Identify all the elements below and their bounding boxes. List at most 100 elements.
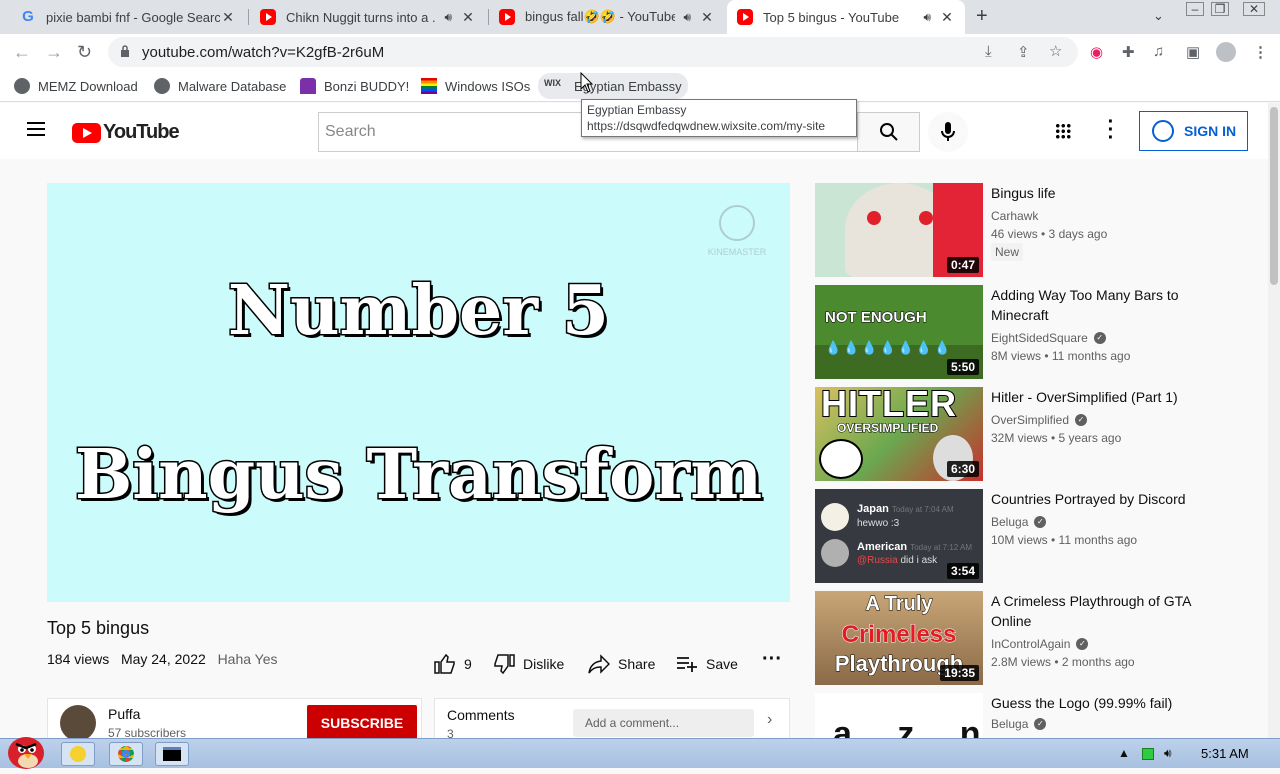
video-player[interactable]: Number 5 Bingus Transform KINEMASTER <box>47 183 790 602</box>
video-description: Haha Yes <box>217 651 278 667</box>
channel-name[interactable]: EightSidedSquare ✓ <box>991 331 1106 345</box>
tab-google-search[interactable]: G pixie bambi fnf - Google Search ✕ <box>10 0 246 34</box>
settings-kebab-icon[interactable]: · · · <box>1106 112 1116 148</box>
like-button[interactable]: 9 <box>434 654 472 674</box>
bookmark-egyptian-embassy[interactable]: WIX Egyptian Embassy <box>538 73 688 99</box>
comments-heading: Comments <box>447 707 515 723</box>
restore-button[interactable]: ❐ <box>1211 2 1229 16</box>
verified-check-icon: ✓ <box>1075 414 1088 426</box>
close-tab-icon[interactable]: ✕ <box>939 9 955 26</box>
hamburger-menu-icon[interactable] <box>27 122 45 136</box>
bookmark-star-icon[interactable]: ☆ <box>1049 42 1062 60</box>
bookmark-bonzi[interactable]: Bonzi BUDDY! <box>300 76 409 96</box>
forward-arrow-icon[interactable]: → <box>45 42 63 63</box>
install-icon[interactable]: ⤓ <box>985 43 992 60</box>
menu-kebab-icon[interactable]: ⋮ <box>1253 43 1268 61</box>
video-thumbnail[interactable]: a z n <box>815 693 983 738</box>
speaker-icon[interactable]: 🔊︎ <box>923 10 931 25</box>
bookmark-memz[interactable]: MEMZ Download <box>14 76 138 96</box>
microphone-icon <box>941 122 955 141</box>
bookmark-label: Bonzi BUDDY! <box>324 78 410 94</box>
like-count: 9 <box>464 656 472 672</box>
apps-grid-icon[interactable] <box>1055 123 1071 139</box>
start-angry-bird-icon[interactable] <box>4 731 48 769</box>
search-button[interactable] <box>857 112 920 152</box>
address-bar[interactable]: youtube.com/watch?v=K2gfB-2r6uM ⤓ ⇪ ☆ <box>108 37 1078 67</box>
channel-name[interactable]: Beluga ✓ <box>991 515 1047 529</box>
channel-name[interactable]: Beluga ✓ <box>991 717 1047 731</box>
share-icon[interactable]: ⇪ <box>1017 43 1030 61</box>
globe-icon <box>14 78 30 94</box>
side-panel-icon[interactable]: ▣ <box>1186 43 1200 61</box>
tray-volume-icon[interactable]: 🔊︎ <box>1164 746 1172 761</box>
video-thumbnail[interactable]: Japan Today at 7:04 AM hewwo :3 American… <box>815 489 983 583</box>
taskbar-cmd-button[interactable] <box>155 742 189 766</box>
reload-icon[interactable]: ↻ <box>77 42 92 63</box>
add-comment-input[interactable]: Add a comment... <box>573 709 754 737</box>
minimize-button[interactable]: – <box>1186 2 1204 16</box>
new-tab-button[interactable]: + <box>976 5 988 28</box>
mouse-cursor-icon <box>580 72 594 93</box>
close-tab-icon[interactable]: ✕ <box>699 9 715 26</box>
share-button[interactable]: Share <box>588 654 655 674</box>
close-tab-icon[interactable]: ✕ <box>460 9 476 26</box>
taskbar-explorer-button[interactable] <box>61 742 95 766</box>
subscribe-button[interactable]: SUBSCRIBE <box>307 705 417 738</box>
speaker-icon[interactable]: 🔊︎ <box>444 10 452 25</box>
media-control-icon[interactable]: ♫ <box>1153 43 1164 60</box>
recommended-video-item[interactable]: 0:47 Bingus life Carhawk 46 views • 3 da… <box>815 183 1215 277</box>
globe-icon <box>154 78 170 94</box>
profile-avatar-icon[interactable] <box>1216 42 1236 62</box>
youtube-icon <box>499 9 515 25</box>
channel-name[interactable]: InControlAgain ✓ <box>991 637 1089 651</box>
video-thumbnail[interactable]: NOT ENOUGH 💧💧💧💧💧💧💧 5:50 <box>815 285 983 379</box>
tab-strip: G pixie bambi fnf - Google Search ✕ Chik… <box>0 0 1280 34</box>
speaker-icon[interactable]: 🔊︎ <box>683 10 691 25</box>
youtube-logo[interactable]: YouTube <box>72 121 180 144</box>
video-duration: 6:30 <box>946 461 979 477</box>
taskbar-chrome-button[interactable] <box>109 742 143 766</box>
save-button[interactable]: Save <box>676 654 738 674</box>
sign-in-button[interactable]: SIGN IN <box>1139 111 1248 151</box>
bookmark-windows-isos[interactable]: Windows ISOs <box>421 76 530 96</box>
tray-network-icon[interactable] <box>1142 748 1154 760</box>
video-meta[interactable]: 184 views May 24, 2022 Haha Yes <box>47 651 278 667</box>
bookmark-malware-db[interactable]: Malware Database <box>154 76 286 96</box>
tab-search-chevron-icon[interactable]: ⌄ <box>1153 8 1164 24</box>
extensions-puzzle-icon[interactable]: ✚ <box>1122 43 1135 61</box>
tab-top-5-bingus[interactable]: Top 5 bingus - YouTube 🔊︎ ✕ <box>727 0 965 34</box>
close-window-button[interactable]: ✕ <box>1243 2 1265 16</box>
recommended-video-item[interactable]: A Truly Crimeless Playthrough 19:35 A Cr… <box>815 591 1215 685</box>
video-thumbnail[interactable]: A Truly Crimeless Playthrough 19:35 <box>815 591 983 685</box>
video-title: A Crimeless Playthrough of GTA Online <box>991 593 1191 629</box>
video-thumbnail[interactable]: HITLER OVERSIMPLIFIED 6:30 <box>815 387 983 481</box>
close-tab-icon[interactable]: ✕ <box>220 9 236 26</box>
channel-name[interactable]: Carhawk <box>991 209 1038 223</box>
tab-chikn-nuggit[interactable]: Chikn Nuggit turns into a ... 🔊︎ ✕ <box>250 0 486 34</box>
view-count: 184 views <box>47 651 110 667</box>
dislike-button[interactable]: Dislike <box>493 654 564 674</box>
tab-title: Top 5 bingus - YouTube <box>763 9 900 25</box>
tab-bingus-fall[interactable]: bingus fall🤣🤣 - YouTube 🔊︎ ✕ <box>489 0 725 34</box>
more-actions-icon[interactable]: ··· <box>762 648 782 671</box>
scrollbar-thumb[interactable] <box>1270 107 1278 285</box>
discord-message: hewwo :3 <box>857 518 900 529</box>
chevron-right-icon[interactable]: › <box>767 711 772 729</box>
voice-search-button[interactable] <box>928 112 968 152</box>
tray-expand-icon[interactable]: ▲ <box>1118 746 1130 760</box>
channel-avatar[interactable] <box>60 705 96 738</box>
extension-pride-icon[interactable]: ◉ <box>1090 43 1103 61</box>
video-thumbnail[interactable]: 0:47 <box>815 183 983 277</box>
channel-name[interactable]: Puffa <box>108 706 140 722</box>
page-scrollbar[interactable] <box>1268 103 1280 738</box>
tab-title: Chikn Nuggit turns into a ... <box>286 9 437 25</box>
comments-card[interactable]: Comments 3 Add a comment... › <box>434 698 790 738</box>
channel-name[interactable]: OverSimplified ✓ <box>991 413 1088 427</box>
back-arrow-icon[interactable]: ← <box>13 42 31 63</box>
recommended-video-item[interactable]: a z n Guess the Logo (99.99% fail) Belug… <box>815 693 1215 738</box>
thumbnail-text: a z n <box>833 715 983 738</box>
recommended-video-item[interactable]: NOT ENOUGH 💧💧💧💧💧💧💧 5:50 Adding Way Too M… <box>815 285 1215 379</box>
taskbar-clock[interactable]: 5:31 AM <box>1201 746 1249 761</box>
recommended-video-item[interactable]: Japan Today at 7:04 AM hewwo :3 American… <box>815 489 1215 583</box>
recommended-video-item[interactable]: HITLER OVERSIMPLIFIED 6:30 Hitler - Over… <box>815 387 1215 481</box>
